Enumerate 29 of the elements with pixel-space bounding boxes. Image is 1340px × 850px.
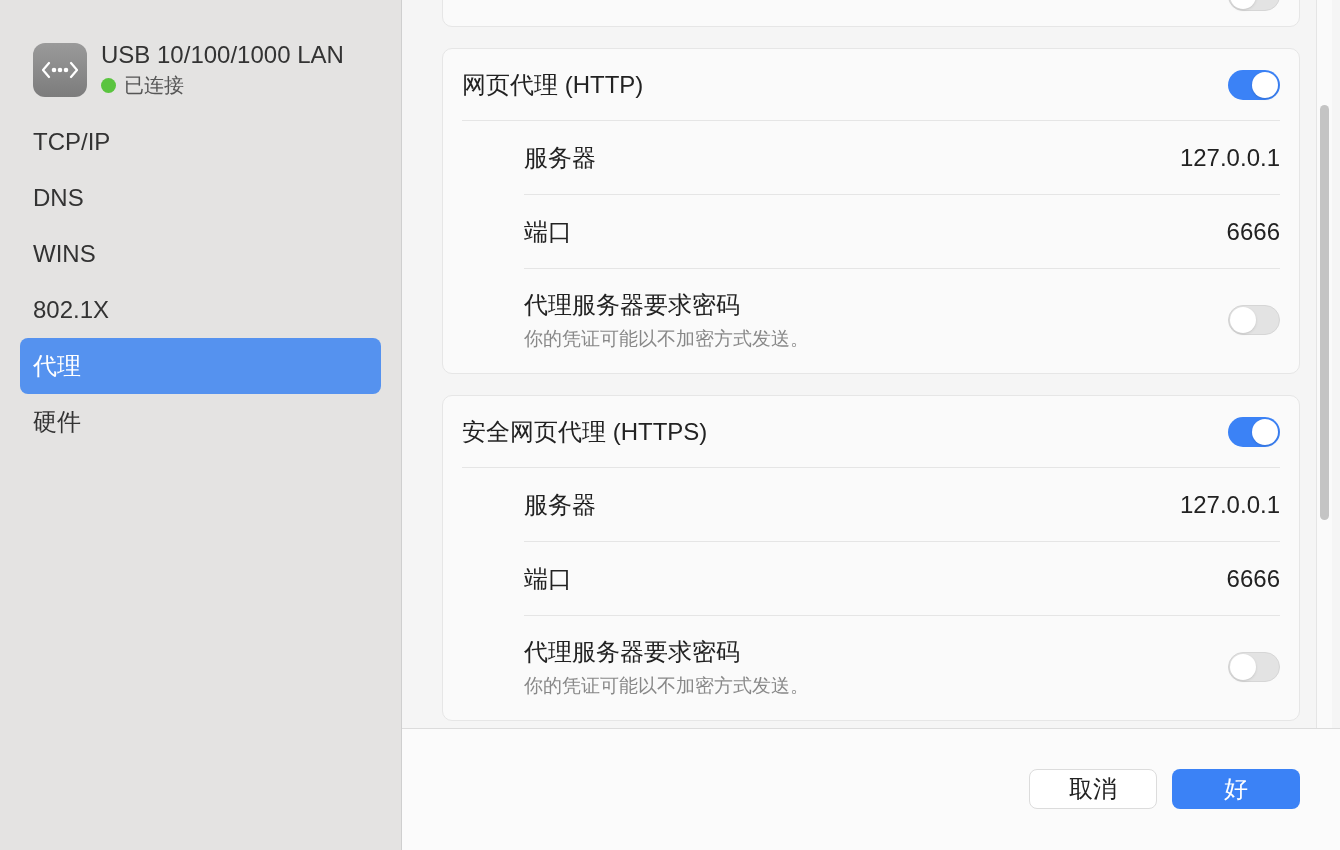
toggle-switch[interactable]	[1228, 416, 1280, 447]
row-label: 服务器	[524, 142, 596, 173]
row-value: 6666	[1226, 216, 1280, 247]
status-label: 已连接	[124, 73, 184, 98]
row-note: 你的凭证可能以不加密方式发送。	[524, 326, 809, 351]
row-label: 服务器	[524, 489, 596, 520]
toggle-switch[interactable]	[1228, 652, 1280, 682]
sidebar-item[interactable]: DNS	[20, 170, 381, 226]
row-value: 127.0.0.1	[1179, 489, 1280, 520]
toggle-switch[interactable]	[1228, 305, 1280, 335]
row-label: 代理服务器要求密码	[524, 289, 741, 320]
sidebar-item[interactable]: 硬件	[20, 394, 381, 450]
network-device-icon	[33, 43, 87, 97]
device-name: USB 10/100/1000 LAN	[101, 40, 344, 70]
row-label: 端口	[524, 563, 572, 594]
toggle-switch[interactable]	[1228, 69, 1280, 100]
section-title: 网页代理 (HTTP)	[462, 69, 644, 100]
row-value: 6666	[1226, 563, 1280, 594]
row-label: 代理服务器要求密码	[524, 636, 741, 667]
ok-button[interactable]: 好	[1172, 769, 1300, 809]
row-value: 127.0.0.1	[1179, 142, 1280, 173]
sidebar-item[interactable]: TCP/IP	[20, 114, 381, 170]
section-title: 安全网页代理 (HTTPS)	[462, 416, 708, 447]
sidebar-item[interactable]: 802.1X	[20, 282, 381, 338]
sidebar-item[interactable]: WINS	[20, 226, 381, 282]
row-label: 端口	[524, 216, 572, 247]
scrollbar-thumb[interactable]	[1320, 105, 1329, 520]
row-note: 你的凭证可能以不加密方式发送。	[524, 673, 809, 698]
cancel-button[interactable]: 取消	[1029, 769, 1157, 809]
